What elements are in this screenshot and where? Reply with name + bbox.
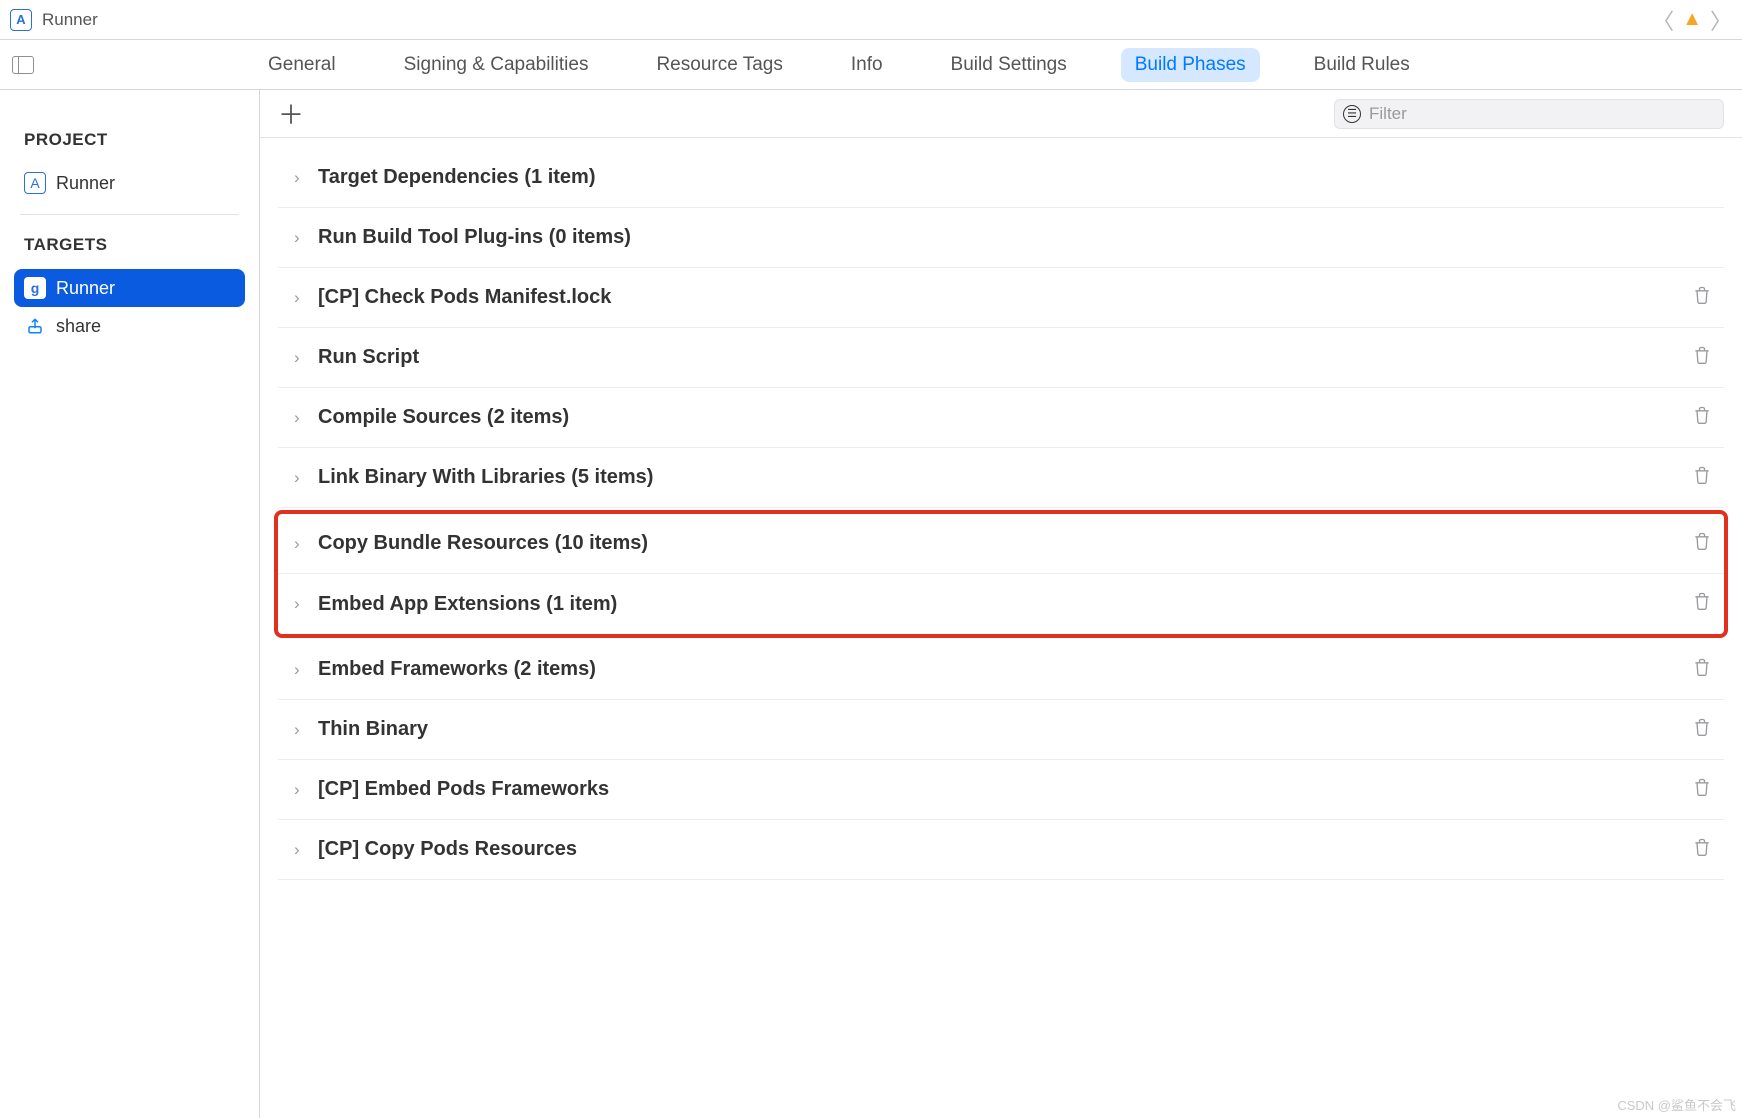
build-phase-list: ›Target Dependencies (1 item)›Run Build … [260,138,1742,890]
chevron-right-icon[interactable]: › [294,780,318,800]
sidebar-target-share[interactable]: share [14,307,245,345]
chevron-right-icon[interactable]: › [294,348,318,368]
tab-build-phases[interactable]: Build Phases [1121,48,1260,82]
project-title: Runner [42,10,98,30]
build-phase-title: Thin Binary [318,718,428,741]
tab-general[interactable]: General [254,48,350,82]
trash-icon[interactable] [1692,531,1724,557]
tab-build-rules[interactable]: Build Rules [1300,48,1424,82]
forward-icon[interactable]: 〉 [1710,4,1732,36]
build-phase-row[interactable]: ›Compile Sources (2 items) [278,388,1724,448]
sidebar-item-label: share [56,316,101,337]
build-phase-title: Run Script [318,346,419,369]
build-phase-title: Embed Frameworks (2 items) [318,658,596,681]
trash-icon[interactable] [1692,465,1724,491]
build-phase-row[interactable]: ›[CP] Copy Pods Resources [278,820,1724,880]
build-phase-row[interactable]: ›Run Build Tool Plug-ins (0 items) [278,208,1724,268]
chevron-right-icon[interactable]: › [294,720,318,740]
sidebar-item-label: Runner [56,278,115,299]
chevron-right-icon[interactable]: › [294,468,318,488]
chevron-right-icon[interactable]: › [294,408,318,428]
build-phase-title: [CP] Embed Pods Frameworks [318,778,609,801]
chevron-right-icon[interactable]: › [294,534,318,554]
highlight-box: ›Copy Bundle Resources (10 items)›Embed … [274,510,1728,638]
trash-icon[interactable] [1692,717,1724,743]
filter-input[interactable] [1369,104,1715,124]
sidebar-toggle-icon[interactable] [12,56,34,74]
target-icon: g [24,277,46,299]
tab-info[interactable]: Info [837,48,897,82]
build-phase-row[interactable]: ›Link Binary With Libraries (5 items) [278,448,1724,508]
divider [20,214,239,215]
tab-resource-tags[interactable]: Resource Tags [642,48,796,82]
trash-icon[interactable] [1692,345,1724,371]
trash-icon[interactable] [1692,285,1724,311]
app-icon: A [24,172,46,194]
chevron-right-icon[interactable]: › [294,660,318,680]
build-phase-row[interactable]: ›Embed Frameworks (2 items) [278,640,1724,700]
content-area: ＋ ☰ ›Target Dependencies (1 item)›Run Bu… [260,90,1742,1118]
trash-icon[interactable] [1692,591,1724,617]
build-phase-row[interactable]: ›[CP] Embed Pods Frameworks [278,760,1724,820]
build-phases-toolbar: ＋ ☰ [260,90,1742,138]
build-phase-row[interactable]: ›Run Script [278,328,1724,388]
build-phase-title: Target Dependencies (1 item) [318,166,595,189]
build-phase-title: Compile Sources (2 items) [318,406,569,429]
sidebar: PROJECT A Runner TARGETS g Runner share [0,90,260,1118]
share-icon [24,315,46,337]
build-phase-row[interactable]: ›Copy Bundle Resources (10 items) [278,514,1724,574]
build-phase-row[interactable]: ›Embed App Extensions (1 item) [278,574,1724,634]
tab-signing[interactable]: Signing & Capabilities [390,48,603,82]
build-phase-row[interactable]: ›[CP] Check Pods Manifest.lock [278,268,1724,328]
tab-build-settings[interactable]: Build Settings [937,48,1081,82]
trash-icon[interactable] [1692,837,1724,863]
build-phase-title: Copy Bundle Resources (10 items) [318,532,648,555]
chevron-right-icon[interactable]: › [294,168,318,188]
watermark: CSDN @鲨鱼不会飞 [1617,1095,1736,1114]
chevron-right-icon[interactable]: › [294,594,318,614]
window-titlebar: A Runner 〈 ▲ 〉 [0,0,1742,40]
back-icon[interactable]: 〈 [1652,4,1674,36]
trash-icon[interactable] [1692,405,1724,431]
chevron-right-icon[interactable]: › [294,228,318,248]
add-phase-button[interactable]: ＋ [278,95,304,132]
trash-icon[interactable] [1692,657,1724,683]
targets-section-label: TARGETS [24,235,235,255]
build-phase-title: [CP] Copy Pods Resources [318,838,577,861]
filter-box[interactable]: ☰ [1334,99,1724,129]
chevron-right-icon[interactable]: › [294,840,318,860]
build-phase-row[interactable]: ›Thin Binary [278,700,1724,760]
sidebar-target-runner[interactable]: g Runner [14,269,245,307]
build-phase-row[interactable]: ›Target Dependencies (1 item) [278,148,1724,208]
filter-icon: ☰ [1343,105,1361,123]
warning-icon[interactable]: ▲ [1682,8,1702,31]
build-phase-title: Link Binary With Libraries (5 items) [318,466,653,489]
build-phase-title: Run Build Tool Plug-ins (0 items) [318,226,631,249]
build-phase-title: [CP] Check Pods Manifest.lock [318,286,611,309]
sidebar-project-runner[interactable]: A Runner [14,164,245,202]
project-icon: A [10,9,32,31]
chevron-right-icon[interactable]: › [294,288,318,308]
tabbar: General Signing & Capabilities Resource … [0,40,1742,90]
sidebar-item-label: Runner [56,173,115,194]
project-section-label: PROJECT [24,130,235,150]
trash-icon[interactable] [1692,777,1724,803]
build-phase-title: Embed App Extensions (1 item) [318,593,617,616]
